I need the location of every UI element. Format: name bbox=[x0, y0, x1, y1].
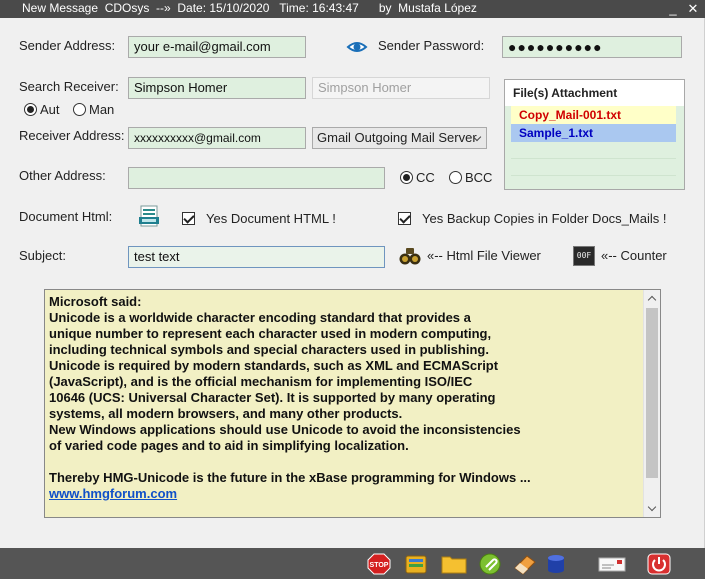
close-button[interactable]: ✕ bbox=[684, 0, 702, 18]
body-line: systems, all modern browsers, and many o… bbox=[49, 406, 403, 421]
html-document-checkbox-label: Yes Document HTML ! bbox=[206, 211, 336, 226]
eye-icon[interactable] bbox=[346, 37, 368, 57]
subject-label: Subject: bbox=[19, 248, 66, 263]
counter-label: «-- Counter bbox=[601, 248, 667, 263]
sender-password-label: Sender Password: bbox=[378, 38, 485, 53]
body-line: Unicode is a worldwide character encodin… bbox=[49, 310, 471, 325]
attachment-empty-row bbox=[511, 159, 676, 176]
title-bar: New Message CDOsys --» Date: 15/10/2020 … bbox=[0, 0, 705, 18]
document-html-label: Document Html: bbox=[19, 209, 113, 224]
search-result-field: Simpson Homer bbox=[312, 77, 490, 99]
manual-radio-label: Man bbox=[89, 102, 115, 117]
cc-radio-label: CC bbox=[416, 170, 435, 185]
window-title: New Message CDOsys --» Date: 15/10/2020 … bbox=[22, 1, 477, 15]
mail-server-select[interactable]: Gmail Outgoing Mail Server bbox=[312, 127, 487, 149]
body-line: 10646 (UCS: Universal Character Set). It… bbox=[49, 390, 496, 405]
message-body-text: Microsoft said: Unicode is a worldwide c… bbox=[49, 294, 641, 502]
sender-address-label: Sender Address: bbox=[19, 38, 116, 53]
other-address-label: Other Address: bbox=[19, 168, 106, 183]
binoculars-icon[interactable] bbox=[399, 245, 421, 267]
body-line: Microsoft said: bbox=[49, 294, 142, 309]
body-line: Thereby HMG-Unicode is the future in the… bbox=[49, 470, 531, 485]
scroll-up-icon[interactable] bbox=[644, 290, 660, 307]
eraser-icon[interactable] bbox=[512, 553, 536, 575]
body-line: (JavaScript), and is the official mechan… bbox=[49, 374, 473, 389]
cc-radio[interactable] bbox=[400, 171, 413, 184]
receiver-address-input[interactable]: xxxxxxxxxx@gmail.com bbox=[128, 127, 306, 149]
html-document-checkbox[interactable] bbox=[182, 212, 195, 225]
archive-icon[interactable] bbox=[404, 553, 427, 575]
counter-icon[interactable]: 00F bbox=[573, 246, 595, 266]
database-icon[interactable] bbox=[545, 553, 567, 575]
body-line: including technical symbols and special … bbox=[49, 342, 489, 357]
body-line: unique number to represent each characte… bbox=[49, 326, 492, 341]
body-vertical-scrollbar[interactable] bbox=[643, 290, 660, 517]
attachment-list-header: File(s) Attachment bbox=[505, 80, 684, 106]
bcc-radio-label: BCC bbox=[465, 170, 493, 185]
paperclip-icon[interactable] bbox=[478, 553, 501, 575]
manual-radio[interactable] bbox=[73, 103, 86, 116]
auto-radio[interactable] bbox=[24, 103, 37, 116]
body-line bbox=[49, 454, 641, 470]
stop-icon[interactable]: STOP bbox=[367, 553, 391, 575]
exit-icon[interactable] bbox=[647, 553, 671, 575]
stop-icon-text: STOP bbox=[370, 562, 389, 569]
scroll-down-icon[interactable] bbox=[644, 500, 660, 517]
sender-address-input[interactable]: your e-mail@gmail.com bbox=[128, 36, 306, 58]
message-body-editor[interactable]: Microsoft said: Unicode is a worldwide c… bbox=[44, 289, 661, 518]
backup-copies-checkbox[interactable] bbox=[398, 212, 411, 225]
mail-server-selected: Gmail Outgoing Mail Server bbox=[317, 130, 477, 145]
sender-password-input[interactable]: ●●●●●●●●●● bbox=[502, 36, 682, 58]
send-mail-icon[interactable] bbox=[597, 553, 627, 575]
other-address-input[interactable] bbox=[128, 167, 385, 189]
attachment-list[interactable]: File(s) Attachment Copy_Mail-001.txt Sam… bbox=[504, 79, 685, 190]
search-receiver-input[interactable]: Simpson Homer bbox=[128, 77, 306, 99]
auto-radio-label: Aut bbox=[40, 102, 60, 117]
html-viewer-label: «-- Html File Viewer bbox=[427, 248, 541, 263]
subject-input[interactable]: test text bbox=[128, 246, 385, 268]
body-line: of varied code pages and to aid in simpl… bbox=[49, 438, 409, 453]
html-document-icon[interactable] bbox=[138, 205, 160, 229]
scroll-thumb[interactable] bbox=[646, 308, 658, 478]
backup-copies-checkbox-label: Yes Backup Copies in Folder Docs_Mails ! bbox=[422, 211, 667, 226]
attachment-item[interactable]: Copy_Mail-001.txt bbox=[511, 106, 676, 124]
message-window: New Message CDOsys --» Date: 15/10/2020 … bbox=[0, 0, 705, 579]
hmgforum-link[interactable]: www.hmgforum.com bbox=[49, 486, 641, 502]
folder-icon[interactable] bbox=[441, 553, 467, 575]
bcc-radio[interactable] bbox=[449, 171, 462, 184]
body-line: New Windows applications should use Unic… bbox=[49, 422, 521, 437]
attachment-empty-row bbox=[511, 142, 676, 159]
bottom-toolbar: STOP bbox=[0, 548, 705, 579]
body-line: Unicode is required by modern standards,… bbox=[49, 358, 499, 373]
attachment-item[interactable]: Sample_1.txt bbox=[511, 124, 676, 142]
minimize-button[interactable]: _ bbox=[664, 0, 682, 18]
receiver-address-label: Receiver Address: bbox=[19, 128, 125, 143]
search-receiver-label: Search Receiver: bbox=[19, 79, 119, 94]
